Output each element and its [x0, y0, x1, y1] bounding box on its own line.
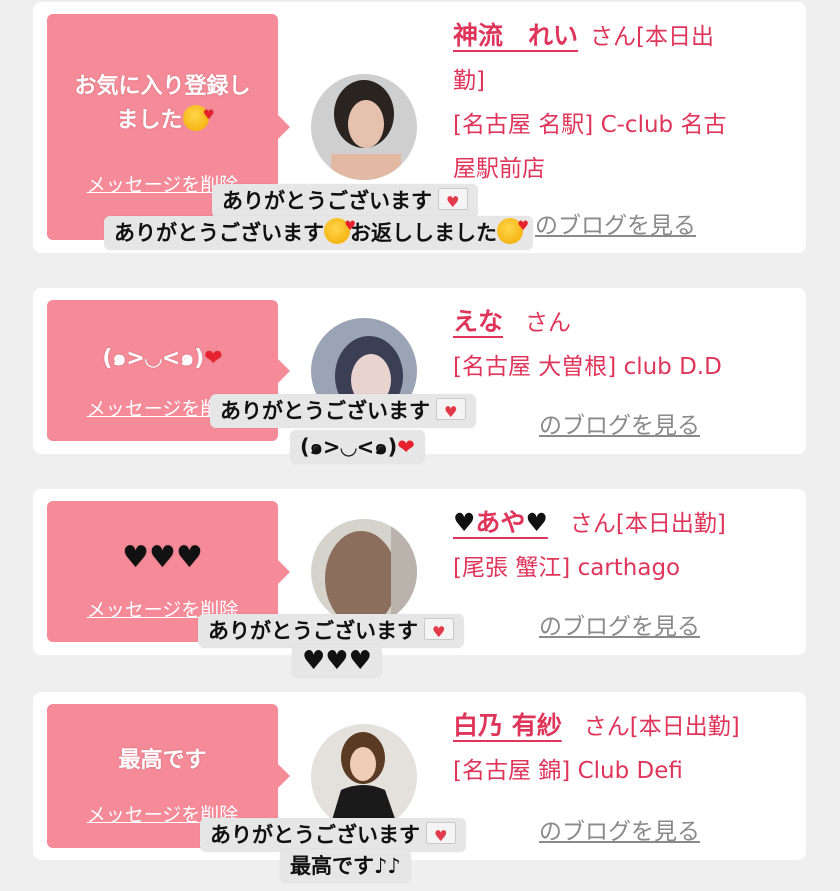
- cast-info: 神流 れい さん[本日出 勤] [名古屋 名駅] C-club 名古 屋駅前店: [453, 21, 727, 182]
- toast-message: ありがとうございます: [210, 394, 476, 428]
- cast-name-link[interactable]: えな: [453, 307, 503, 336]
- blog-link[interactable]: のブログを見る: [539, 812, 700, 846]
- cast-info: ♥あや♥ さん[本日出勤] [尾張 蟹江] carthago: [453, 508, 726, 581]
- message-text: ♥♥♥: [122, 540, 203, 575]
- toast-message: 最高です♪♪: [280, 849, 411, 883]
- shop-link[interactable]: [名古屋 大曽根] club D.D: [453, 354, 722, 380]
- black-heart-icon: ♥: [525, 508, 548, 537]
- blog-link[interactable]: のブログを見る: [535, 206, 696, 240]
- love-letter-icon: [424, 617, 454, 647]
- shop-link[interactable]: [尾張 蟹江] carthago: [453, 555, 680, 581]
- shop-link[interactable]: [名古屋 名駅] C-club 名古: [453, 112, 726, 138]
- avatar[interactable]: [311, 724, 417, 830]
- cast-info: えな さん [名古屋 大曽根] club D.D: [453, 307, 722, 380]
- smiling-face-with-hearts-icon: [497, 212, 529, 244]
- toast-message: ♥♥♥: [292, 644, 382, 678]
- toast-message: ありがとうございます: [200, 818, 466, 852]
- message-text: お気に入り登録し ました: [47, 70, 278, 138]
- toast-message: ありがとうございます: [198, 614, 464, 648]
- message-text: (๑>◡<๑)❤: [102, 346, 223, 371]
- toast-message: (๑>◡<๑)❤: [290, 430, 425, 464]
- toast-message: ありがとうございますお返ししました: [104, 212, 533, 250]
- love-letter-icon: [426, 821, 456, 851]
- red-heart-icon: ❤: [397, 435, 415, 459]
- black-heart-icon: ♥: [453, 508, 476, 537]
- smiling-face-with-hearts-icon: [182, 99, 215, 133]
- blog-link[interactable]: のブログを見る: [539, 406, 700, 440]
- love-letter-icon: [436, 397, 466, 427]
- message-text: 最高です: [118, 748, 207, 773]
- love-letter-icon: [438, 187, 468, 217]
- cast-info: 白乃 有紗 さん[本日出勤] [名古屋 錦] Club Defi: [453, 711, 740, 784]
- red-heart-icon: ❤: [204, 346, 223, 371]
- cast-name-link[interactable]: ♥あや♥: [453, 508, 548, 537]
- blog-link[interactable]: のブログを見る: [539, 607, 700, 641]
- cast-name-link[interactable]: 神流 れい: [453, 21, 578, 50]
- avatar[interactable]: [311, 74, 417, 180]
- avatar[interactable]: [311, 519, 417, 625]
- cast-name-link[interactable]: 白乃 有紗: [453, 711, 562, 740]
- shop-link[interactable]: [名古屋 錦] Club Defi: [453, 758, 683, 784]
- smiling-face-with-hearts-icon: [324, 212, 356, 244]
